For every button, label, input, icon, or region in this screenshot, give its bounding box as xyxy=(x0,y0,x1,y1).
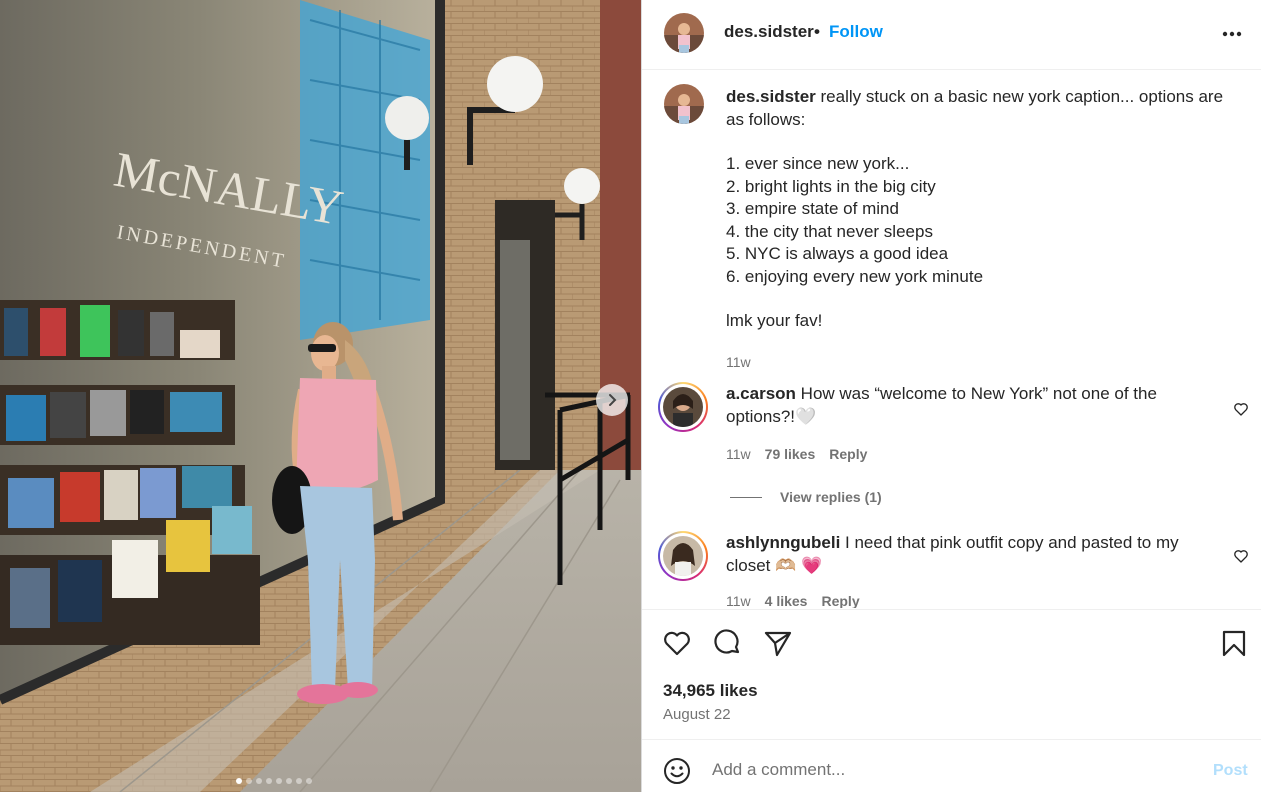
commenter-avatar-ring[interactable] xyxy=(658,531,708,581)
comment-meta: 11w 79 likes Reply xyxy=(726,446,867,462)
carousel-dot xyxy=(246,778,252,784)
commenter-avatar xyxy=(663,387,703,427)
comment-meta: 11w 4 likes Reply xyxy=(726,593,860,608)
author-username[interactable]: des.sidster xyxy=(724,22,814,42)
comment-username[interactable]: a.carson xyxy=(726,384,796,403)
reply-button[interactable]: Reply xyxy=(829,446,867,462)
post-photo[interactable]: McNALLY INDEPENDENT xyxy=(0,0,641,792)
comments-scroll-area[interactable]: des.sidster really stuck on a basic new … xyxy=(642,71,1261,608)
likes-count[interactable]: 34,965 likes xyxy=(663,681,758,701)
emoji-icon[interactable] xyxy=(663,757,691,785)
post-date: August 22 xyxy=(663,706,731,723)
comment-time[interactable]: 11w xyxy=(726,446,751,462)
book-shelves xyxy=(0,300,260,645)
follow-button[interactable]: Follow xyxy=(829,22,883,42)
carousel-indicators xyxy=(236,778,312,784)
caption-option: 3. empire state of mind xyxy=(726,199,899,218)
carousel-dot xyxy=(276,778,282,784)
comment-text: a.carson How was “welcome to New York” n… xyxy=(726,382,1196,428)
caption-option: 2. bright lights in the big city xyxy=(726,176,936,196)
bookmark-icon[interactable] xyxy=(1219,628,1249,658)
next-slide-button[interactable] xyxy=(596,384,628,416)
reply-button[interactable]: Reply xyxy=(821,593,859,608)
chevron-right-icon xyxy=(609,394,617,406)
commenter-avatar xyxy=(663,536,703,576)
post-actions: 34,965 likes August 22 xyxy=(642,609,1261,739)
caption-option: 4. the city that never sleeps xyxy=(726,221,933,241)
view-replies-label: View replies (1) xyxy=(780,489,882,505)
comment-likes[interactable]: 79 likes xyxy=(765,446,816,462)
street-scene-image: McNALLY INDEPENDENT xyxy=(0,0,641,792)
author-avatar[interactable] xyxy=(664,13,704,53)
more-horizontal-icon xyxy=(1222,31,1242,37)
carousel-dot xyxy=(286,778,292,784)
carousel-dot xyxy=(296,778,302,784)
carousel-dot xyxy=(266,778,272,784)
comment-emoji: 🤍 xyxy=(795,407,817,426)
caption-timestamp[interactable]: 11w xyxy=(726,354,751,370)
comment-emoji: 🫶🏼 💗 xyxy=(775,556,823,575)
comment-like-heart-icon[interactable] xyxy=(1233,401,1249,417)
add-comment-bar: Post xyxy=(642,739,1261,792)
carousel-dot-active xyxy=(236,778,242,784)
separator-dot: • xyxy=(814,22,820,41)
caption-text: des.sidster really stuck on a basic new … xyxy=(726,86,1236,333)
carousel-dot xyxy=(306,778,312,784)
caption-option: 5. NYC is always a good idea xyxy=(726,244,949,263)
comment-icon[interactable] xyxy=(713,628,743,658)
caption-option: 1. ever since new york... xyxy=(726,154,910,173)
carousel-dot xyxy=(256,778,262,784)
comment-likes[interactable]: 4 likes xyxy=(765,593,808,608)
comment-text: ashlynngubeli I need that pink outfit co… xyxy=(726,531,1196,577)
comment-username[interactable]: ashlynngubeli xyxy=(726,533,840,552)
comment-input[interactable] xyxy=(712,754,1182,786)
caption-avatar[interactable] xyxy=(664,84,704,124)
heart-icon[interactable] xyxy=(662,628,692,658)
comment-time[interactable]: 11w xyxy=(726,593,751,608)
caption-username[interactable]: des.sidster xyxy=(726,87,816,106)
instagram-post-view: McNALLY INDEPENDENT des.sidster • Follow… xyxy=(0,0,1261,792)
view-replies-line xyxy=(730,496,762,498)
caption-closing: lmk your fav! xyxy=(726,311,823,330)
caption-option: 6. enjoying every new york minute xyxy=(726,266,984,286)
more-options-button[interactable] xyxy=(1220,22,1244,46)
post-header: des.sidster • Follow xyxy=(642,0,1261,70)
post-comment-button[interactable]: Post xyxy=(1213,762,1248,780)
commenter-avatar-ring[interactable] xyxy=(658,382,708,432)
post-details-panel: des.sidster • Follow des.sidster really … xyxy=(641,0,1261,792)
view-replies-button[interactable]: View replies (1) xyxy=(730,489,882,505)
share-icon[interactable] xyxy=(763,628,793,658)
comment-like-heart-icon[interactable] xyxy=(1233,548,1249,564)
